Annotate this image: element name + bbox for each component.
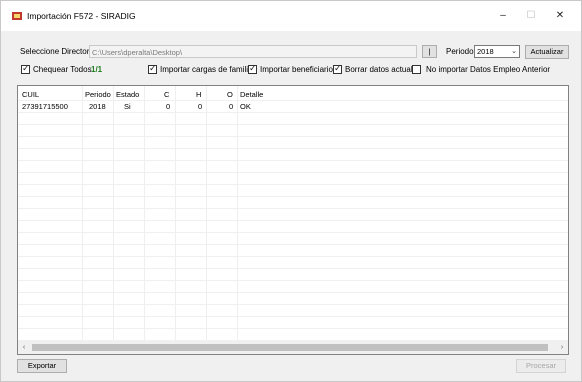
column-header-cuil[interactable]: CUIL	[22, 90, 39, 99]
chequear-todos-checkbox[interactable]	[21, 63, 30, 74]
cell-c: 0	[166, 102, 171, 111]
browse-button[interactable]: |	[422, 45, 437, 58]
horizontal-scrollbar[interactable]: ‹ ›	[18, 341, 568, 354]
results-grid[interactable]: CUIL Periodo Estado C H O Detalle 273917…	[17, 85, 569, 355]
grid-row-line	[18, 100, 568, 101]
grid-row-line	[18, 148, 568, 149]
cell-periodo: 2018	[89, 102, 106, 111]
grid-row-line	[18, 208, 568, 209]
borrar-datos-label: Borrar datos actuales	[345, 65, 422, 74]
grid-row-line	[18, 124, 568, 125]
app-window: Importación F572 - SIRADIG – ☐ ✕ Selecci…	[0, 0, 582, 382]
column-header-h[interactable]: H	[196, 90, 201, 99]
grid-row-line	[18, 292, 568, 293]
app-icon	[12, 12, 22, 20]
procesar-button[interactable]: Procesar	[516, 359, 566, 373]
grid-row-line	[18, 268, 568, 269]
column-header-c[interactable]: C	[164, 90, 169, 99]
grid-row-line	[18, 160, 568, 161]
column-header-o[interactable]: O	[227, 90, 233, 99]
grid-row-line	[18, 184, 568, 185]
exportar-button[interactable]: Exportar	[17, 359, 67, 373]
scrollbar-thumb[interactable]	[32, 344, 548, 351]
cell-detalle: OK	[240, 102, 251, 111]
grid-row-line	[18, 136, 568, 137]
grid-row-line	[18, 304, 568, 305]
directory-label: Seleccione Directorio	[20, 47, 96, 56]
cell-cuil: 27391715500	[22, 102, 68, 111]
table-row[interactable]: 27391715500 2018 Si 0 0 0 OK	[18, 100, 568, 112]
no-importar-label: No importar Datos Empleo Anterior	[426, 65, 551, 74]
importar-beneficiarios-checkbox[interactable]	[248, 63, 257, 74]
grid-row-line	[18, 196, 568, 197]
grid-row-line	[18, 112, 568, 113]
grid-row-line	[18, 220, 568, 221]
periodo-value: 2018	[477, 47, 494, 56]
title-bar: Importación F572 - SIRADIG – ☐ ✕	[1, 1, 581, 31]
column-header-estado[interactable]: Estado	[116, 90, 139, 99]
cell-o: 0	[229, 102, 234, 111]
scroll-right-icon[interactable]: ›	[556, 341, 568, 354]
actualizar-button[interactable]: Actualizar	[525, 45, 569, 59]
periodo-select[interactable]: 2018 ⌄	[474, 45, 520, 58]
grid-row-line	[18, 244, 568, 245]
maximize-button[interactable]: ☐	[515, 5, 547, 27]
chevron-down-icon: ⌄	[511, 48, 517, 55]
directory-field[interactable]: C:\Users\dperalta\Desktop\	[89, 45, 417, 58]
periodo-label: Periodo	[446, 47, 474, 56]
importar-cargas-label: Importar cargas de familia	[160, 65, 253, 74]
grid-row-line	[18, 232, 568, 233]
grid-row-line	[18, 280, 568, 281]
scroll-left-icon[interactable]: ‹	[18, 341, 30, 354]
grid-row-line	[18, 328, 568, 329]
cell-estado: Si	[124, 102, 131, 111]
window-title: Importación F572 - SIRADIG	[27, 11, 136, 21]
close-button[interactable]: ✕	[544, 5, 576, 27]
grid-row-line	[18, 172, 568, 173]
borrar-datos-checkbox[interactable]	[333, 63, 342, 74]
column-header-detalle[interactable]: Detalle	[240, 90, 263, 99]
importar-beneficiarios-label: Importar beneficiarios	[260, 65, 337, 74]
importar-cargas-checkbox[interactable]	[148, 63, 157, 74]
grid-row-line	[18, 316, 568, 317]
grid-row-line	[18, 256, 568, 257]
selection-count: 1/1	[91, 65, 103, 74]
no-importar-checkbox[interactable]	[412, 65, 421, 74]
column-header-periodo[interactable]: Periodo	[85, 90, 111, 99]
chequear-todos-label: Chequear Todos	[33, 65, 92, 74]
cell-h: 0	[198, 102, 203, 111]
